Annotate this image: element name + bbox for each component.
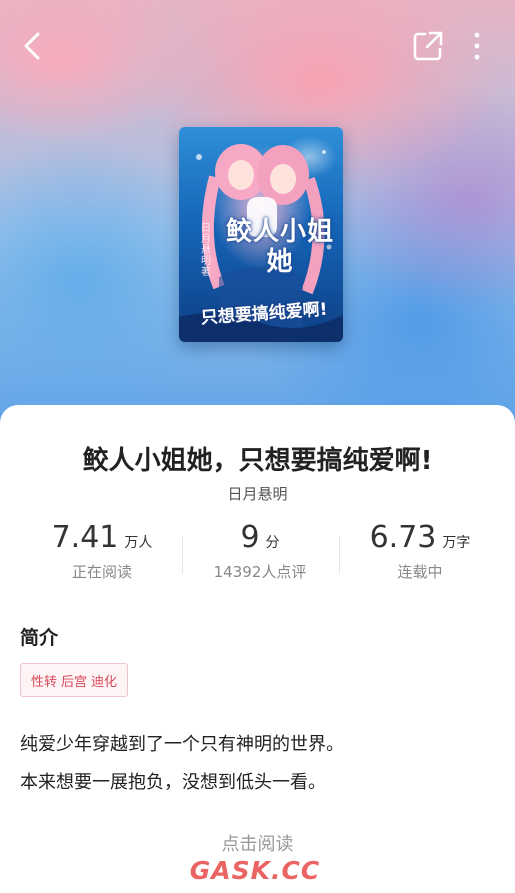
more-vertical-icon [474,32,480,60]
stat-unit: 万字 [442,535,471,551]
stat-unit: 万人 [124,535,153,551]
tag-item[interactable]: 迪化 [91,671,117,690]
share-button[interactable] [410,28,446,64]
stat-label: 正在阅读 [71,563,132,581]
book-cover[interactable]: 日月悬明·著 鲛人小姐她 只想要搞纯爱啊! [179,127,343,342]
top-bar [0,0,515,90]
intro-heading: 简介 [20,627,59,649]
chevron-left-icon [24,32,40,60]
stat-unit: 分 [265,535,280,551]
stat-value: 6.73 [369,520,437,555]
intro-line: 本来想要一展抱负，没想到低头一看。 [20,772,326,793]
stat-rating[interactable]: 9分 14392人点评 [180,520,340,582]
more-button[interactable] [462,28,492,64]
stat-value: 9 [240,520,260,555]
stat-readers: 7.41 万人 正在阅读 [22,520,182,582]
watermark-logo: GASK.CC [189,856,321,885]
detail-sheet [0,405,515,893]
share-icon [413,31,443,61]
back-button[interactable] [16,28,52,64]
tag-item[interactable]: 性转 [31,671,57,690]
stat-wordcount: 6.73 万字 连载中 [340,520,500,582]
intro-line: 纯爱少年穿越到了一个只有神明的世界。 [20,734,344,755]
book-author[interactable]: 日月悬明 [0,483,515,504]
cover-author: 日月悬明·著 [201,223,215,278]
stat-value: 7.41 [51,520,119,555]
stat-label: 14392人点评 [213,563,307,581]
book-title: 鲛人小姐她，只想要搞纯爱啊! [82,446,433,476]
hero-background: 日月悬明·著 鲛人小姐她 只想要搞纯爱啊! [0,0,515,430]
cover-title-main: 鲛人小姐她 [225,217,334,277]
tag-item[interactable]: 后宫 [61,671,87,690]
stat-label: 连载中 [397,563,443,581]
tag-list[interactable]: 性转 后宫 迪化 [20,663,129,697]
